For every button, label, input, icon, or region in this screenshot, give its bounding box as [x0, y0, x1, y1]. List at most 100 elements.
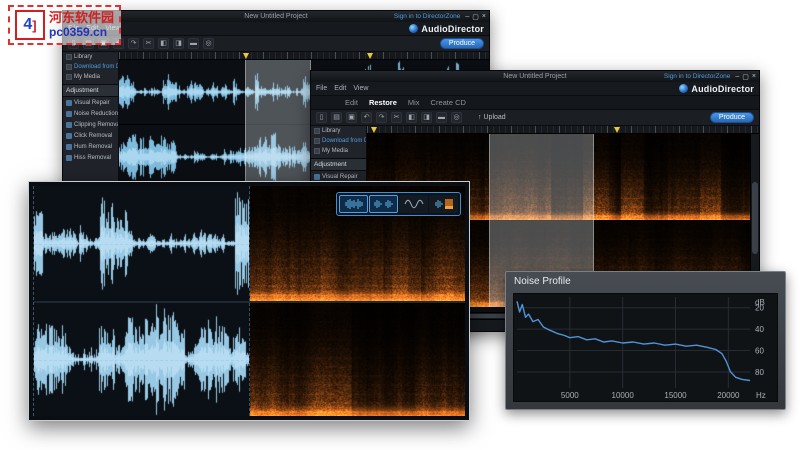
produce-button[interactable]: Produce [709, 112, 754, 123]
copy-icon[interactable]: ◧ [158, 38, 169, 49]
sidebar-item-directorzone[interactable]: Download from DirectorZone [63, 62, 118, 72]
sidebar-item-my-media[interactable]: My Media [311, 146, 366, 156]
new-icon[interactable]: ▯ [316, 112, 327, 123]
sidebar-item-hiss-removal[interactable]: Hiss Removal [63, 152, 118, 163]
scrollbar-thumb[interactable] [752, 181, 758, 254]
noise-profile-panel: Noise Profile dB 20 40 60 80 5000 10000 15000 20… [505, 271, 786, 410]
waveform-view-button[interactable] [339, 195, 368, 213]
brand: AudioDirector [409, 24, 484, 34]
spectral-view-button[interactable] [399, 195, 428, 213]
redo-icon[interactable]: ↷ [128, 38, 139, 49]
sidebar-item-label: Download from DirectorZone [322, 138, 366, 144]
sidebar-item-label: My Media [322, 148, 349, 154]
library-icon [314, 128, 320, 134]
save-icon[interactable]: ▣ [346, 112, 357, 123]
timeline-marker[interactable] [366, 53, 373, 59]
brand-name: AudioDirector [421, 23, 484, 34]
adjustment-header: Adjustment [311, 158, 366, 171]
timeline-marker[interactable] [370, 127, 377, 133]
sidebar-item-label: Click Removal [74, 132, 113, 139]
my-media-icon [314, 148, 320, 154]
cut-icon[interactable]: ✂ [391, 112, 402, 123]
sidebar-item-label: Clipping Removal [74, 121, 118, 128]
upload-label: Upload [483, 114, 506, 121]
visual-repair-icon [66, 99, 72, 106]
screenshot-canvas: New Untitled Project Sign in to Director… [0, 0, 800, 450]
cut-icon[interactable]: ✂ [143, 38, 154, 49]
click-removal-icon [66, 132, 72, 139]
menubar: File Edit View AudioDirector [311, 82, 759, 96]
undo-icon[interactable]: ↶ [361, 112, 372, 123]
close-button[interactable]: × [752, 73, 756, 81]
titlebar[interactable]: New Untitled Project Sign in to Director… [311, 71, 759, 82]
delete-icon[interactable]: ▬ [436, 112, 447, 123]
waveform-half-left-channel[interactable] [34, 186, 250, 301]
brand: AudioDirector [679, 84, 754, 94]
tab-restore[interactable]: Restore [369, 98, 397, 107]
sidebar-item-label: Library [322, 128, 341, 134]
open-icon[interactable]: ▤ [331, 112, 342, 123]
sidebar-item-hum-removal[interactable]: Hum Removal [63, 141, 118, 152]
menu-edit[interactable]: Edit [334, 85, 346, 92]
dual-waveform-view-button[interactable] [369, 195, 398, 213]
sidebar-item-noise-reduction[interactable]: Noise Reduction [63, 108, 118, 119]
upload-icon: ↑ [478, 114, 482, 121]
watermark-site-name: 河东软件园 [49, 10, 115, 25]
tab-edit[interactable]: Edit [345, 98, 358, 107]
library-icon [66, 54, 72, 60]
produce-button[interactable]: Produce [439, 38, 484, 49]
copy-icon[interactable]: ◧ [406, 112, 417, 123]
menu-file[interactable]: File [316, 85, 327, 92]
sidebar-item-label: Hum Removal [74, 143, 113, 150]
menu-view[interactable]: View [353, 85, 368, 92]
maximize-button[interactable]: ▢ [472, 13, 479, 21]
spectrogram-half-right-channel[interactable] [249, 303, 465, 416]
paste-icon[interactable]: ◨ [173, 38, 184, 49]
timeline-marker[interactable] [613, 127, 620, 133]
sidebar-item-label: Download from DirectorZone [74, 64, 118, 70]
sidebar-item-label: My Media [74, 74, 101, 80]
minimize-button[interactable]: – [735, 73, 739, 81]
sidebar-item-clipping-removal[interactable]: Clipping Removal [63, 119, 118, 130]
window-controls: – ▢ × [465, 13, 489, 21]
minimize-button[interactable]: – [465, 13, 469, 21]
svg-text:5000: 5000 [561, 391, 579, 400]
tab-mix[interactable]: Mix [408, 98, 420, 107]
visual-repair-icon [314, 173, 320, 180]
sidebar-item-library[interactable]: Library [311, 126, 366, 136]
paste-icon[interactable]: ◨ [421, 112, 432, 123]
timeline-marker[interactable] [242, 53, 249, 59]
sidebar-item-library[interactable]: Library [63, 52, 118, 62]
time-selection[interactable] [244, 60, 312, 189]
zoomed-audio-view [28, 181, 470, 421]
mixed-view-button[interactable] [429, 195, 458, 213]
sidebar-item-label: Visual Repair [322, 173, 358, 180]
titlebar[interactable]: New Untitled Project Sign in to Director… [63, 11, 489, 22]
site-logo-icon: 4] [15, 10, 45, 40]
sidebar-item-click-removal[interactable]: Click Removal [63, 130, 118, 141]
svg-text:80: 80 [755, 368, 764, 377]
brand-name: AudioDirector [691, 83, 754, 94]
upload-button[interactable]: ↑ Upload [478, 114, 506, 121]
tab-create-cd[interactable]: Create CD [431, 98, 466, 107]
delete-icon[interactable]: ▬ [188, 38, 199, 49]
sidebar-item-visual-repair[interactable]: Visual Repair [63, 97, 118, 108]
sidebar-item-my-media[interactable]: My Media [63, 72, 118, 82]
settings-icon[interactable]: ◎ [203, 38, 214, 49]
settings-icon[interactable]: ◎ [451, 112, 462, 123]
svg-text:60: 60 [755, 347, 764, 356]
signin-link[interactable]: Sign in to DirectorZone [664, 73, 735, 80]
redo-icon[interactable]: ↷ [376, 112, 387, 123]
timeline-ruler[interactable] [119, 52, 489, 60]
maximize-button[interactable]: ▢ [742, 73, 749, 81]
window-controls: – ▢ × [735, 73, 759, 81]
waveform-half-right-channel[interactable] [34, 303, 250, 416]
noise-profile-graph: dB 20 40 60 80 5000 10000 15000 20000 Hz [513, 293, 778, 402]
spectral-view-icon [404, 199, 423, 209]
timeline-ruler[interactable] [367, 126, 759, 134]
sidebar-item-directorzone[interactable]: Download from DirectorZone [311, 136, 366, 146]
sidebar-item-label: Library [74, 54, 93, 60]
close-button[interactable]: × [482, 13, 486, 21]
svg-text:Hz: Hz [756, 391, 766, 400]
signin-link[interactable]: Sign in to DirectorZone [394, 13, 465, 20]
